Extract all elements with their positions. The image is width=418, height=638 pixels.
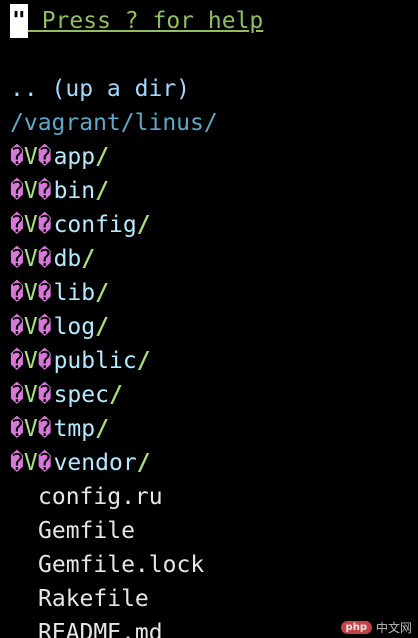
folder-collapsed-icon: �V�	[10, 280, 52, 306]
directory-name: tmp	[53, 416, 96, 442]
directory-item[interactable]: �V�bin/	[0, 174, 418, 208]
marker-mid: V	[23, 144, 38, 170]
directory-name: config	[53, 212, 137, 238]
directory-item[interactable]: �V�db/	[0, 242, 418, 276]
marker-right: �	[37, 246, 52, 272]
nerdtree-panel: " Press ? for help .. (up a dir) /vagran…	[0, 0, 418, 638]
help-bar: " Press ? for help	[0, 4, 418, 38]
marker-mid: V	[23, 416, 38, 442]
directory-slash: /	[108, 382, 123, 408]
file-item[interactable]: config.ru	[0, 480, 418, 514]
marker-left: �	[10, 280, 24, 306]
folder-collapsed-icon: �V�	[10, 314, 52, 340]
folder-collapsed-icon: �V�	[10, 212, 52, 238]
marker-left: �	[10, 178, 24, 204]
marker-mid: V	[23, 348, 38, 374]
directory-item[interactable]: �V�lib/	[0, 276, 418, 310]
marker-left: �	[10, 382, 24, 408]
directory-name: public	[53, 348, 137, 374]
watermark-text: 中文网	[375, 621, 412, 635]
folder-collapsed-icon: �V�	[10, 416, 52, 442]
directory-slash: /	[95, 416, 109, 442]
folder-collapsed-icon: �V�	[10, 178, 52, 204]
directory-item[interactable]: �V�log/	[0, 310, 418, 344]
folder-collapsed-icon: �V�	[10, 246, 52, 272]
directory-name: app	[53, 144, 96, 170]
marker-right: �	[37, 450, 52, 476]
marker-mid: V	[23, 178, 38, 204]
marker-mid: V	[23, 246, 38, 272]
directory-item[interactable]: �V�app/	[0, 140, 418, 174]
help-quote-marker: "	[10, 4, 28, 38]
file-item[interactable]: Gemfile.lock	[0, 548, 418, 582]
marker-left: �	[10, 416, 24, 442]
marker-right: �	[37, 178, 52, 204]
folder-collapsed-icon: �V�	[10, 450, 52, 476]
help-text: Press ? for help	[27, 8, 264, 34]
marker-right: �	[37, 348, 52, 374]
directory-slash: /	[136, 348, 151, 374]
marker-left: �	[10, 348, 24, 374]
directory-item[interactable]: �V�tmp/	[0, 412, 418, 446]
marker-left: �	[10, 212, 24, 238]
directory-slash: /	[95, 280, 109, 306]
marker-left: �	[10, 314, 24, 340]
folder-collapsed-icon: �V�	[10, 144, 52, 170]
marker-right: �	[37, 144, 52, 170]
current-directory-path: /vagrant/linus/	[10, 110, 218, 136]
directory-slash: /	[136, 212, 151, 238]
directory-slash: /	[81, 246, 96, 272]
marker-mid: V	[23, 450, 38, 476]
marker-left: �	[10, 450, 24, 476]
watermark-badge: php	[340, 621, 372, 634]
directory-slash: /	[136, 450, 151, 476]
marker-right: �	[37, 280, 52, 306]
directory-name: spec	[53, 382, 109, 408]
marker-mid: V	[23, 314, 38, 340]
directory-name: log	[53, 314, 96, 340]
directory-name: vendor	[53, 450, 137, 476]
directory-slash: /	[95, 144, 109, 170]
file-item[interactable]: Rakefile	[0, 582, 418, 616]
directory-name: bin	[53, 178, 96, 204]
file-item[interactable]: Gemfile	[0, 514, 418, 548]
marker-right: �	[37, 416, 52, 442]
marker-mid: V	[23, 280, 38, 306]
site-watermark: php 中文网	[340, 619, 412, 636]
marker-right: �	[37, 382, 52, 408]
marker-right: �	[37, 212, 52, 238]
up-a-dir-item[interactable]: .. (up a dir)	[0, 72, 418, 106]
directory-item[interactable]: �V�vendor/	[0, 446, 418, 480]
folder-collapsed-icon: �V�	[10, 348, 52, 374]
directory-name: db	[53, 246, 82, 272]
directory-name: lib	[53, 280, 96, 306]
directory-item[interactable]: �V�public/	[0, 344, 418, 378]
marker-left: �	[10, 246, 24, 272]
marker-right: �	[37, 314, 52, 340]
directory-slash: /	[95, 314, 109, 340]
directory-item[interactable]: �V�spec/	[0, 378, 418, 412]
marker-mid: V	[23, 212, 38, 238]
folder-collapsed-icon: �V�	[10, 382, 52, 408]
directory-slash: /	[95, 178, 109, 204]
directory-item[interactable]: �V�config/	[0, 208, 418, 242]
marker-mid: V	[23, 382, 38, 408]
marker-left: �	[10, 144, 24, 170]
